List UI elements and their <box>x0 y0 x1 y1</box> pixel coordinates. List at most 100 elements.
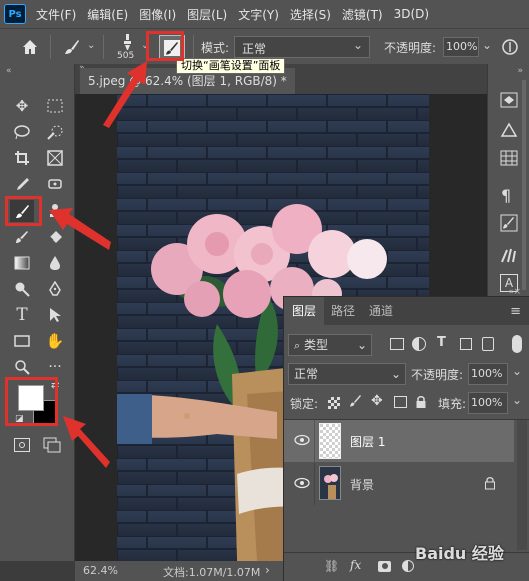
add-mask-icon[interactable] <box>378 561 391 572</box>
pen-tool-icon[interactable] <box>43 278 67 300</box>
lock-icon <box>485 476 495 490</box>
tab-layers[interactable]: 图层 <box>284 297 324 325</box>
pressure-opacity-icon[interactable] <box>500 37 520 57</box>
quick-mask-icon[interactable] <box>14 438 30 452</box>
more-tools-icon[interactable]: ··· <box>43 356 67 378</box>
marquee-tool-icon[interactable] <box>43 95 67 117</box>
adjustments-icon[interactable] <box>500 122 518 138</box>
zoom-level[interactable]: 62.4% <box>83 564 118 577</box>
menu-type[interactable]: 文字(Y) <box>238 6 279 23</box>
blur-tool-icon[interactable] <box>43 252 67 274</box>
panel-menu-icon[interactable]: ≡ <box>510 304 521 319</box>
menu-layer[interactable]: 图层(L) <box>187 6 227 23</box>
mode-select[interactable]: 正常 ⌄ <box>234 36 370 58</box>
fx-icon[interactable]: fx <box>350 558 361 572</box>
collapse-icon[interactable]: «× <box>508 287 521 297</box>
quick-selection-icon[interactable] <box>43 121 67 143</box>
frame-tool-icon[interactable] <box>43 147 67 169</box>
menu-edit[interactable]: 编辑(E) <box>87 6 128 23</box>
home-icon[interactable] <box>20 37 40 57</box>
adjustment-layer-icon[interactable] <box>402 560 414 572</box>
hand-tool-icon[interactable]: ✋ <box>43 330 67 352</box>
menu-image[interactable]: 图像(I) <box>139 6 176 23</box>
lock-image-brush-icon[interactable] <box>348 394 362 411</box>
brush-settings-panel-icon[interactable] <box>500 214 518 232</box>
chevron-down-icon[interactable]: ⌄ <box>512 393 522 407</box>
watermark: Baidu 经验 <box>415 544 504 563</box>
chevron-down-icon[interactable]: ⌄ <box>87 40 95 51</box>
filter-smart-object-icon[interactable] <box>482 337 494 351</box>
annotation-arrow-left-1 <box>49 208 111 250</box>
layer-filter-value: 类型 <box>304 338 329 352</box>
filter-shape-icon[interactable] <box>460 338 472 350</box>
history-brush-icon[interactable] <box>10 226 34 248</box>
annotation-arrow-left-2 <box>63 416 110 468</box>
filter-type-icon[interactable]: T <box>437 335 446 350</box>
menu-3d[interactable]: 3D(D) <box>394 7 429 21</box>
chevron-down-icon: ⌄ <box>356 338 367 352</box>
layers-panel: 图层 路径 通道 «× ≡ ⌕ 类型 ⌄ T 正常 ⌄ 不透明度: 100% ⌄… <box>283 287 529 581</box>
history-panel-icon[interactable] <box>500 92 518 108</box>
opacity-input[interactable]: 100% <box>443 37 479 57</box>
spot-healing-icon[interactable] <box>43 173 67 195</box>
paragraph-icon[interactable]: ¶ <box>501 186 511 205</box>
layer-opacity-label: 不透明度: <box>411 368 464 382</box>
eye-icon[interactable] <box>294 477 310 489</box>
link-layers-icon[interactable]: ⛓ <box>324 559 339 573</box>
collapse-icon[interactable]: « <box>6 66 12 76</box>
filter-pixel-icon[interactable] <box>390 338 404 350</box>
lock-artboard-icon[interactable] <box>394 396 407 408</box>
lock-transparent-icon[interactable] <box>328 397 340 409</box>
blend-mode-select[interactable]: 正常 ⌄ <box>288 363 406 385</box>
search-icon: ⌕ <box>294 339 301 352</box>
chevron-down-icon: ⌄ <box>390 367 401 381</box>
menu-select[interactable]: 选择(S) <box>290 6 331 23</box>
menu-filter[interactable]: 滤镜(T) <box>342 6 383 23</box>
zoom-tool-icon[interactable] <box>10 356 34 378</box>
menu-file[interactable]: 文件(F) <box>36 6 76 23</box>
annotation-arrow-up <box>103 61 147 128</box>
swatches-icon[interactable] <box>500 150 518 166</box>
layer-row-background[interactable]: 背景 <box>284 463 514 505</box>
chevron-down-icon[interactable]: ⌄ <box>512 364 522 378</box>
rectangle-tool-icon[interactable] <box>10 330 34 352</box>
tooltip: 切换“画笔设置”面板 <box>176 58 286 74</box>
crop-tool-icon[interactable] <box>10 147 34 169</box>
move-tool-icon[interactable]: ✥ <box>10 95 34 117</box>
layer-name[interactable]: 背景 <box>350 476 374 493</box>
mode-select-value: 正常 <box>242 42 267 56</box>
layer-row-layer-1[interactable]: 图层 1 <box>284 420 514 462</box>
tools-panel: « ✥ T ✋ ··· ◪ ⇄ <box>0 64 75 561</box>
path-selection-icon[interactable] <box>43 304 67 326</box>
chevron-right-icon[interactable]: › <box>265 563 270 577</box>
chevron-down-icon[interactable]: ⌄ <box>482 38 492 52</box>
lock-all-icon[interactable] <box>416 395 426 409</box>
fill-input[interactable]: 100% <box>468 392 508 414</box>
status-bar: 62.4% 文档:1.07M/1.07M › <box>75 561 283 581</box>
tab-channels[interactable]: 通道 <box>362 297 400 325</box>
gradient-tool-icon[interactable] <box>10 252 34 274</box>
layer-opacity-input[interactable]: 100% <box>468 363 508 385</box>
collapse-icon[interactable]: » <box>517 66 523 76</box>
filter-toggle-switch[interactable] <box>512 335 522 353</box>
layer-thumbnail <box>319 423 341 459</box>
eye-icon[interactable] <box>294 434 310 446</box>
foreground-color-swatch[interactable] <box>18 385 44 411</box>
filter-adjustment-icon[interactable] <box>412 337 426 351</box>
dodge-tool-icon[interactable] <box>10 278 34 300</box>
scrollbar-track[interactable] <box>522 80 526 290</box>
opacity-label: 不透明度: <box>384 41 437 55</box>
layer-name[interactable]: 图层 1 <box>350 433 385 450</box>
eyedropper-tool-icon[interactable] <box>10 173 34 195</box>
brush-preset-picker-icon[interactable] <box>116 32 138 52</box>
mode-label: 模式: <box>201 41 230 55</box>
lasso-tool-icon[interactable] <box>10 121 34 143</box>
layers-scrollbar[interactable] <box>517 420 527 550</box>
layer-filter-select[interactable]: ⌕ 类型 ⌄ <box>288 334 372 356</box>
type-tool-icon[interactable]: T <box>10 304 34 326</box>
app-logo: Ps <box>4 4 26 24</box>
tab-paths[interactable]: 路径 <box>324 297 362 325</box>
lock-position-icon[interactable]: ✥ <box>371 393 383 409</box>
brush-tool-preset-icon[interactable] <box>62 37 82 57</box>
brushes-panel-icon[interactable] <box>499 246 519 264</box>
